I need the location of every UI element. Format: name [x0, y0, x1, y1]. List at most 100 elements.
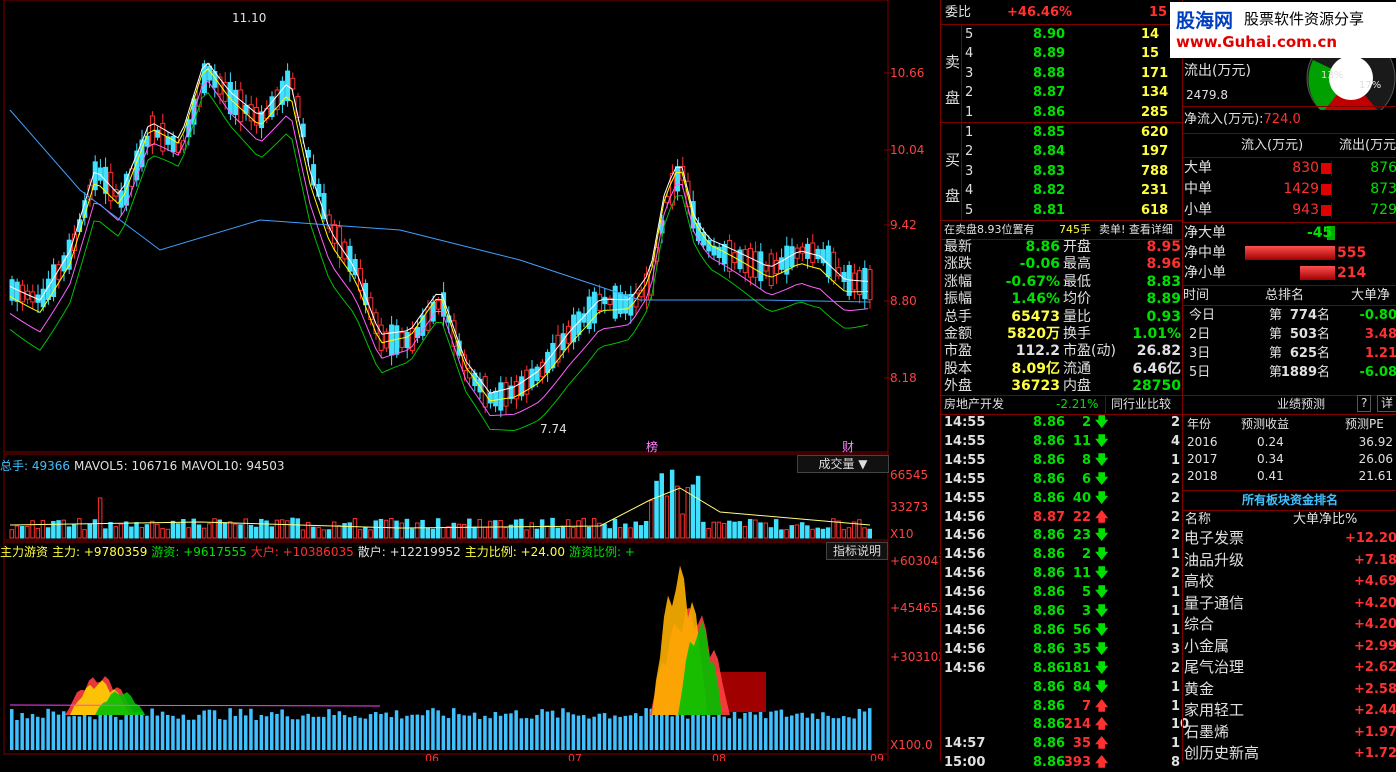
buy-level-row[interactable]: 5 8.81 618 — [941, 201, 1183, 220]
volume-bar — [482, 526, 488, 539]
tick-row[interactable]: 14:56 8.86 2 🡇 1 — [941, 546, 1183, 564]
tick-row[interactable]: 14:56 8.86 23 🡇 2 — [941, 527, 1183, 545]
flow-retail: 散户: +12219952 — [357, 545, 461, 559]
tick-row[interactable]: 14:55 8.86 11 🡇 4 — [941, 433, 1183, 451]
level-number: 1 — [965, 104, 974, 120]
buy-level-row[interactable]: 3 8.83 788 — [941, 162, 1183, 181]
flow-bar-retail — [675, 712, 680, 750]
volume-bar — [550, 517, 555, 539]
tick-row[interactable]: 14:56 8.86 5 🡇 1 — [941, 584, 1183, 602]
tick-row[interactable]: 8.86 7 🡅 1 — [941, 698, 1183, 716]
net-order-name: 净大单 — [1184, 225, 1226, 241]
flow-bar-retail — [394, 710, 399, 750]
sector-row[interactable]: 房地产开发 -2.21% 同行业比较 — [941, 395, 1183, 414]
tick-row[interactable]: 14:55 8.86 40 🡇 2 — [941, 490, 1183, 508]
compare-button[interactable]: 同行业比较 — [1105, 395, 1171, 414]
sector-rank-row[interactable]: 黄金 +2.58 — [1183, 679, 1396, 700]
tick-count: 4 — [1171, 433, 1181, 449]
volume: 618 — [1141, 202, 1169, 218]
ranking-marker[interactable]: 榜 — [646, 438, 658, 455]
forecast-eps: 0.41 — [1257, 469, 1284, 483]
flow-bar-retail — [472, 712, 477, 750]
flow-bar-retail — [181, 714, 186, 750]
rank-big-net: 3.48 — [1364, 327, 1396, 342]
big-order-notice[interactable]: 在卖盘8.93位置有 745手 卖单! 查看详细 — [941, 220, 1183, 239]
sector-rank-row[interactable]: 尾气治理 +2.62 — [1183, 657, 1396, 678]
sector-rank-row[interactable]: 高校 +4.69 — [1183, 571, 1396, 592]
tick-count: 1 — [1171, 698, 1181, 714]
tick-volume: 2 — [1081, 415, 1091, 430]
sell-level-row[interactable]: 3 8.88 171 — [941, 64, 1183, 83]
tick-row[interactable]: 14:56 8.86 3 🡇 1 — [941, 603, 1183, 621]
candle-body — [675, 166, 681, 192]
volume-bar — [87, 523, 92, 539]
forecast-help-button[interactable]: ? — [1357, 395, 1372, 412]
tick-row[interactable]: 14:56 8.86 56 🡇 1 — [941, 622, 1183, 640]
volume-bar — [539, 519, 545, 539]
sell-level-row[interactable]: 1 8.86 285 — [941, 103, 1183, 122]
indicator-help-button[interactable]: 指标说明 — [826, 542, 888, 560]
flow-bar-retail — [660, 712, 664, 750]
tick-row[interactable]: 14:55 8.86 6 🡇 2 — [941, 471, 1183, 489]
tick-row[interactable]: 14:56 8.86 35 🡇 3 — [941, 641, 1183, 659]
volume-bar — [269, 526, 274, 539]
tick-row[interactable]: 15:00 8.86 393 🡅 8 — [941, 754, 1183, 772]
sector-rank-row[interactable]: 小金属 +2.99 — [1183, 636, 1396, 657]
tick-row[interactable]: 14:57 8.86 35 🡅 1 — [941, 735, 1183, 753]
forecast-year: 2017 — [1187, 452, 1218, 466]
tick-row[interactable]: 14:55 8.86 8 🡇 1 — [941, 452, 1183, 470]
volume-bar — [227, 521, 233, 539]
sell-level-row[interactable]: 4 8.89 15 — [941, 44, 1183, 63]
tick-count: 2 — [1171, 415, 1181, 430]
sector-rank-row[interactable]: 电子发票 +12.20 — [1183, 528, 1396, 549]
tick-row[interactable]: 8.86 84 🡇 1 — [941, 679, 1183, 697]
sector-rank-row[interactable]: 家用轻工 +2.44 — [1183, 700, 1396, 721]
buy-level-row[interactable]: 2 8.84 197 — [941, 142, 1183, 161]
volume-bar — [664, 495, 670, 539]
flow-bar-retail — [493, 711, 498, 750]
buy-level-row[interactable]: 1 8.85 620 — [941, 123, 1183, 142]
tick-volume: 2 — [1081, 547, 1091, 563]
arrow-down-icon: 🡇 — [1095, 452, 1109, 468]
forecast-year: 2016 — [1187, 435, 1218, 449]
forecast-pe: 26.06 — [1358, 452, 1393, 466]
chart-area[interactable]: 10.66 10.04 9.42 8.80 8.18 11.10 7.74 榜 … — [0, 0, 940, 761]
sector-rank-row[interactable]: 油品升级 +7.18 — [1183, 550, 1396, 571]
tick-time: 15:00 — [944, 755, 986, 771]
tick-time: 14:55 — [944, 433, 986, 449]
sell-level-row[interactable]: 5 8.90 14 — [941, 25, 1183, 44]
indicator-dropdown[interactable]: 成交量 ▼ — [797, 455, 889, 473]
sector-rank-row[interactable]: 量子通信 +4.20 — [1183, 593, 1396, 614]
volume-bar — [591, 518, 597, 539]
tick-time: 14:56 — [944, 641, 986, 657]
volume-bar — [628, 527, 633, 539]
flow-bar-retail — [842, 716, 846, 750]
volume-bar — [82, 529, 87, 539]
forecast-detail-button[interactable]: 详 — [1377, 395, 1396, 412]
sector-head-val[interactable]: 大单净比% — [1293, 510, 1357, 529]
finance-marker[interactable]: 财 — [842, 438, 854, 455]
stat-value: 8.95 — [1146, 239, 1181, 255]
sell-level-row[interactable]: 2 8.87 134 — [941, 83, 1183, 102]
weibi-value: +46.46% — [1007, 5, 1073, 20]
tick-row[interactable]: 14:56 8.86 11 🡇 2 — [941, 565, 1183, 583]
stat-label: 金额 — [944, 326, 972, 342]
buy-level-row[interactable]: 4 8.82 231 — [941, 181, 1183, 200]
sector-name[interactable]: 房地产开发 — [944, 395, 1004, 414]
arrow-up-icon: 🡅 — [1095, 717, 1109, 733]
stat-label: 市盈(动) — [1063, 343, 1116, 360]
pie-label-b: 17% — [1359, 80, 1382, 91]
tick-row[interactable]: 14:56 8.86 181 🡇 2 — [941, 660, 1183, 678]
flow-bar-retail — [332, 715, 336, 750]
tick-row[interactable]: 14:55 8.86 2 🡇 2 — [941, 414, 1183, 432]
stat-label: 市盈 — [944, 343, 972, 360]
sector-rank-row[interactable]: 综合 +4.20 — [1183, 614, 1396, 635]
volume-bar — [103, 528, 108, 539]
sector-rank-row[interactable]: 石墨烯 +1.97 — [1183, 722, 1396, 743]
notice-link[interactable]: 卖单! 查看详细 — [1099, 220, 1173, 239]
rank-prefix: 第 — [1269, 346, 1283, 361]
tick-row[interactable]: 8.86 214 🡅 10 — [941, 716, 1189, 734]
candlestick-chart[interactable] — [0, 0, 940, 761]
tick-row[interactable]: 14:56 8.87 22 🡅 2 — [941, 509, 1183, 527]
volume-bar — [503, 527, 508, 539]
